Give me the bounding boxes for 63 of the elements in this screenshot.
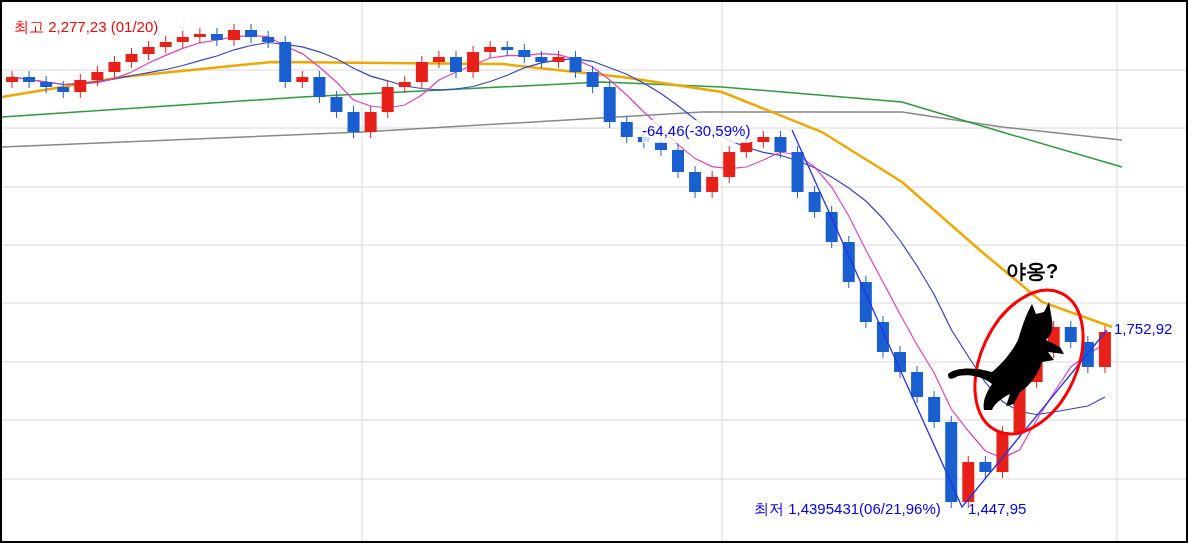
candlestick — [74, 73, 87, 99]
callout-text: 야옹? — [1006, 259, 1059, 284]
candlestick — [398, 75, 411, 94]
candlestick — [262, 30, 275, 49]
candlestick — [210, 27, 223, 47]
candlestick — [484, 40, 497, 59]
candlestick — [467, 45, 480, 79]
candlestick — [518, 43, 531, 64]
chart-label: 1,447,95 — [968, 499, 1027, 519]
candlestick — [125, 47, 138, 69]
candlestick — [1081, 335, 1094, 374]
candlestick — [313, 70, 326, 104]
candlestick — [791, 145, 804, 199]
candlestick — [23, 70, 36, 89]
candlestick — [330, 90, 343, 119]
candlestick — [108, 55, 121, 79]
candlestick — [245, 23, 258, 44]
candlestick — [706, 170, 719, 199]
candlestick — [501, 40, 514, 57]
candlestick — [689, 165, 702, 199]
candlestick — [808, 185, 821, 219]
candlestick — [432, 50, 445, 69]
candlestick — [176, 30, 189, 49]
candlestick — [842, 235, 855, 289]
candlestick — [57, 80, 70, 99]
candlestick — [603, 80, 616, 129]
chart-label: -64,46(-30,59%) — [642, 120, 751, 143]
candlestick — [757, 130, 770, 149]
candlestick — [825, 205, 838, 249]
candlestick — [911, 365, 924, 404]
candlestick — [159, 35, 172, 54]
candlestick — [296, 70, 309, 89]
candlestick — [620, 115, 633, 144]
candlestick — [1064, 320, 1077, 349]
candlestick — [228, 23, 240, 47]
chart-label: 1,752,92 — [1114, 319, 1173, 339]
candlestick — [979, 455, 992, 479]
candlestick — [40, 75, 53, 94]
candlestick — [569, 50, 582, 79]
candlestick — [928, 390, 941, 429]
candlestick — [774, 130, 787, 159]
candlestick — [586, 65, 599, 94]
candlestick — [415, 55, 428, 89]
candlestick — [535, 50, 548, 69]
candlestick — [996, 425, 1009, 479]
candlestick — [894, 345, 906, 379]
candlestick — [381, 80, 394, 119]
candlestick — [876, 315, 889, 359]
candlestick — [91, 65, 104, 87]
chart-label: 최저 1,4395431(06/21,96%) — [754, 499, 941, 519]
candlestick — [723, 145, 736, 184]
candlestick — [279, 35, 292, 89]
candlestick — [552, 50, 565, 69]
candlestick — [450, 50, 462, 79]
candlestick — [1098, 325, 1111, 374]
candlestick — [6, 70, 18, 89]
candlestick — [364, 105, 377, 139]
candlestick — [672, 143, 684, 179]
candlestick — [347, 105, 360, 139]
candlestick — [142, 40, 155, 61]
chart-label: 최고 2,277,23 (01/20) — [14, 17, 159, 37]
candlestick — [193, 27, 206, 44]
candlestick — [859, 275, 872, 329]
